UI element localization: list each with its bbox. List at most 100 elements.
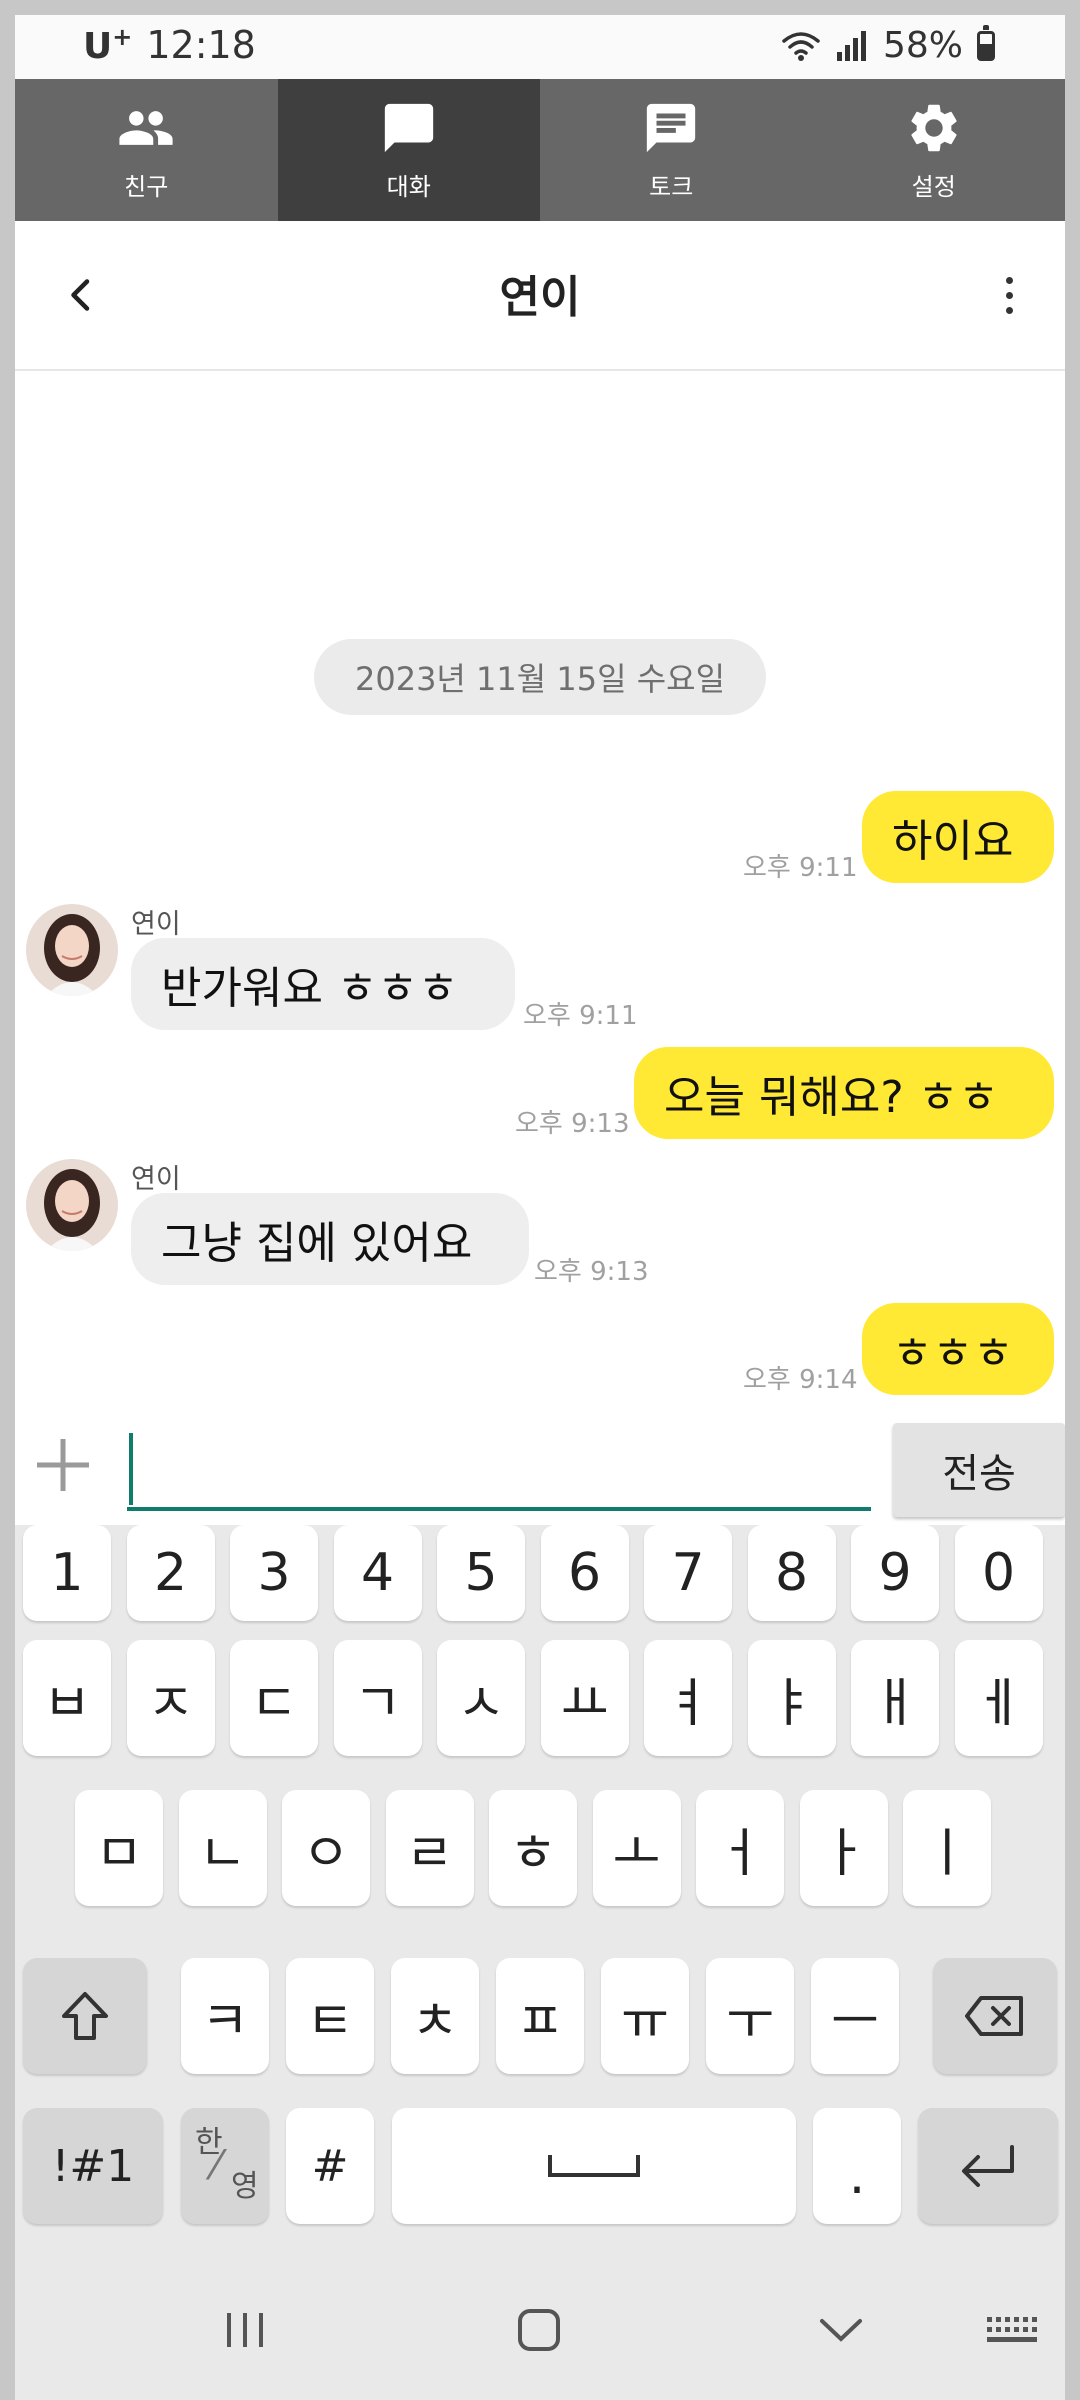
chat-bubble-icon bbox=[384, 103, 433, 152]
my-message-bubble[interactable]: ㅎㅎㅎ bbox=[862, 1303, 1054, 1395]
chat-title: 연이 bbox=[499, 272, 581, 323]
tab-chats[interactable]: 대화 bbox=[277, 79, 540, 221]
home-button[interactable] bbox=[509, 2304, 569, 2356]
letter-key[interactable]: ㅎ bbox=[489, 1790, 577, 1906]
message-input[interactable] bbox=[127, 1427, 871, 1511]
number-key[interactable]: 0 bbox=[954, 1525, 1043, 1621]
letter-key[interactable]: ㅡ bbox=[811, 1958, 899, 2074]
letter-key[interactable]: ㅋ bbox=[181, 1958, 269, 2074]
backspace-key[interactable] bbox=[933, 1958, 1057, 2074]
letter-key[interactable]: ㅔ bbox=[954, 1640, 1043, 1756]
letter-key[interactable]: ㄴ bbox=[178, 1790, 267, 1906]
number-key[interactable]: 4 bbox=[333, 1525, 422, 1621]
enter-icon bbox=[962, 2145, 1014, 2187]
recents-icon bbox=[227, 2313, 263, 2347]
tab-friends[interactable]: 친구 bbox=[15, 79, 278, 221]
tab-label: 토크 bbox=[649, 172, 694, 201]
avatar[interactable] bbox=[26, 904, 118, 996]
number-key[interactable]: 2 bbox=[126, 1525, 215, 1621]
letter-key[interactable]: ㅈ bbox=[126, 1640, 215, 1756]
my-message-bubble[interactable]: 하이요 bbox=[862, 791, 1054, 883]
letter-key[interactable]: ㅠ bbox=[601, 1958, 689, 2074]
signal-icon bbox=[836, 30, 866, 61]
tab-label: 친구 bbox=[124, 172, 169, 201]
chat-header: 연이 bbox=[15, 221, 1065, 371]
sender-name: 연이 bbox=[131, 1164, 181, 1195]
text-cursor bbox=[129, 1433, 133, 1505]
top-tab-bar: 친구 대화 토크 설정 bbox=[15, 79, 1065, 221]
home-icon bbox=[518, 2309, 560, 2351]
their-message-bubble[interactable]: 그냥 집에 있어요 bbox=[131, 1193, 529, 1285]
wifi-icon bbox=[782, 31, 820, 61]
number-key[interactable]: 1 bbox=[23, 1525, 111, 1621]
number-key[interactable]: 9 bbox=[851, 1525, 939, 1621]
friends-icon bbox=[119, 110, 173, 145]
hash-key[interactable]: # bbox=[286, 2108, 374, 2224]
space-bar-icon bbox=[548, 2155, 640, 2177]
keyboard-switch-button[interactable] bbox=[983, 2308, 1039, 2352]
letter-key[interactable]: ㅗ bbox=[592, 1790, 681, 1906]
letter-key[interactable]: ㅜ bbox=[706, 1958, 794, 2074]
number-key[interactable]: 5 bbox=[437, 1525, 525, 1621]
message-time: 오후 9:13 bbox=[515, 1109, 630, 1139]
letter-key[interactable]: ㅍ bbox=[496, 1958, 584, 2074]
letter-key[interactable]: ㅣ bbox=[903, 1790, 991, 1906]
carrier-label: U+ bbox=[83, 23, 133, 67]
letter-key[interactable]: ㅇ bbox=[282, 1790, 370, 1906]
my-message-bubble[interactable]: 오늘 뭐해요? ㅎㅎ bbox=[634, 1047, 1054, 1139]
system-navigation-bar bbox=[15, 2260, 1065, 2400]
letter-key[interactable]: ㅊ bbox=[391, 1958, 479, 2074]
symbols-key[interactable]: !#1 bbox=[23, 2108, 163, 2224]
letter-key[interactable]: ㅂ bbox=[23, 1640, 111, 1756]
chat-screen: U+ 12:18 58% 친구 대화 토크 설정 연이 2023년 11월 15… bbox=[15, 15, 1065, 2400]
letter-key[interactable]: ㄷ bbox=[230, 1640, 318, 1756]
shift-key[interactable] bbox=[23, 1958, 147, 2074]
number-key[interactable]: 3 bbox=[230, 1525, 318, 1621]
letter-key[interactable]: ㅐ bbox=[851, 1640, 939, 1756]
status-bar: U+ 12:18 58% bbox=[15, 15, 1065, 79]
send-button[interactable]: 전송 bbox=[893, 1423, 1065, 1517]
plus-icon bbox=[37, 1439, 89, 1491]
sender-name: 연이 bbox=[131, 909, 181, 940]
message-input-bar: 전송 bbox=[15, 1405, 1065, 1525]
message-time: 오후 9:14 bbox=[743, 1365, 858, 1395]
space-key[interactable] bbox=[392, 2108, 796, 2224]
letter-key[interactable]: ㄱ bbox=[333, 1640, 422, 1756]
more-vert-icon bbox=[1005, 276, 1013, 284]
message-time: 오후 9:11 bbox=[743, 853, 858, 883]
backspace-icon bbox=[965, 1996, 1023, 2036]
more-options-button[interactable] bbox=[981, 265, 1037, 325]
shift-icon bbox=[62, 1992, 108, 2040]
letter-key[interactable]: ㅁ bbox=[75, 1790, 163, 1906]
message-time: 오후 9:13 bbox=[534, 1257, 649, 1287]
back-nav-button[interactable] bbox=[811, 2304, 871, 2356]
message-icon bbox=[647, 103, 696, 152]
keyboard-icon bbox=[987, 2317, 1037, 2342]
letter-key[interactable]: ㅅ bbox=[437, 1640, 525, 1756]
number-key[interactable]: 7 bbox=[644, 1525, 732, 1621]
attach-button[interactable] bbox=[33, 1435, 93, 1495]
letter-key[interactable]: ㅌ bbox=[286, 1958, 374, 2074]
recent-apps-button[interactable] bbox=[215, 2304, 275, 2356]
letter-key[interactable]: ㅛ bbox=[540, 1640, 629, 1756]
letter-key[interactable]: ㅏ bbox=[799, 1790, 888, 1906]
language-toggle-key[interactable]: 한 ⁄ 영 bbox=[181, 2108, 269, 2224]
letter-key[interactable]: ㄹ bbox=[385, 1790, 474, 1906]
tab-settings[interactable]: 설정 bbox=[803, 79, 1066, 221]
period-key[interactable]: . bbox=[813, 2108, 901, 2224]
avatar[interactable] bbox=[26, 1159, 118, 1251]
gear-icon bbox=[911, 104, 957, 151]
number-key[interactable]: 8 bbox=[747, 1525, 836, 1621]
battery-percent: 58% bbox=[882, 25, 963, 66]
date-divider: 2023년 11월 15일 수요일 bbox=[314, 639, 766, 715]
chevron-down-icon bbox=[820, 2319, 862, 2342]
letter-key[interactable]: ㅕ bbox=[644, 1640, 732, 1756]
letter-key[interactable]: ㅓ bbox=[696, 1790, 784, 1906]
their-message-bubble[interactable]: 반가워요 ㅎㅎㅎ bbox=[131, 938, 515, 1030]
tab-talk[interactable]: 토크 bbox=[540, 79, 803, 221]
letter-key[interactable]: ㅑ bbox=[747, 1640, 836, 1756]
battery-icon bbox=[977, 24, 995, 61]
enter-key[interactable] bbox=[918, 2108, 1058, 2224]
number-key[interactable]: 6 bbox=[540, 1525, 629, 1621]
tab-label: 대화 bbox=[386, 172, 431, 201]
